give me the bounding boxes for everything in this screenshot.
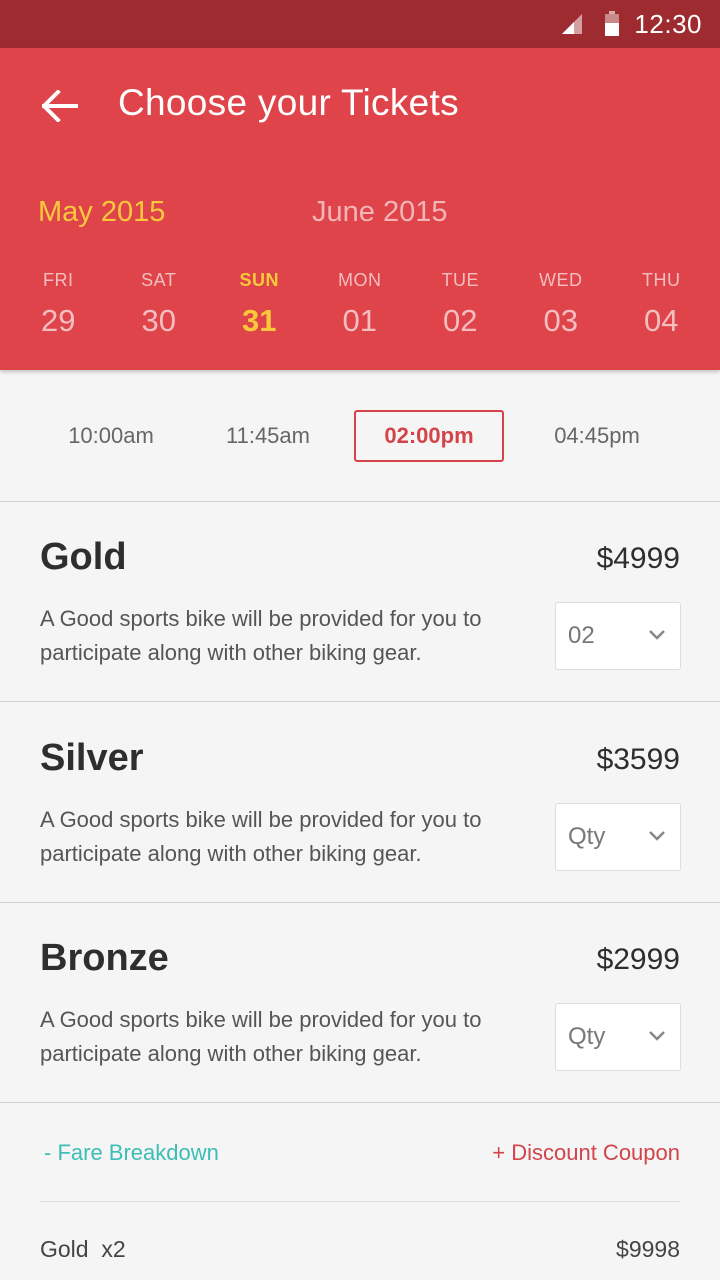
battery-icon [605, 11, 620, 36]
ticket-price: $4999 [596, 542, 680, 575]
quantity-dropdown[interactable]: Qty [555, 1003, 681, 1071]
day-number: 29 [41, 303, 76, 338]
day-fri-29[interactable]: FRI 29 [8, 270, 109, 350]
summary-value: $9998 [616, 1236, 680, 1262]
day-of-week: TUE [441, 270, 479, 290]
day-mon-01[interactable]: MON 01 [310, 270, 411, 350]
discount-coupon-link[interactable]: + Discount Coupon [492, 1140, 680, 1166]
month-may-2015[interactable]: May 2015 [38, 196, 165, 229]
time-slot[interactable]: 04:45pm [522, 410, 672, 462]
day-tue-02[interactable]: TUE 02 [410, 270, 511, 350]
status-bar: 12:30 [0, 0, 720, 48]
day-number: 03 [543, 303, 578, 338]
page-title: Choose your Tickets [118, 82, 459, 123]
quantity-value: Qty [568, 823, 606, 850]
ticket-description: A Good sports bike will be provided for … [40, 606, 482, 665]
day-of-week: SUN [239, 270, 279, 290]
day-of-week: MON [338, 270, 382, 290]
signal-icon [562, 14, 583, 34]
day-number: 31 [242, 303, 277, 338]
arrow-left-icon [42, 90, 78, 122]
day-of-week: FRI [43, 270, 74, 290]
status-time: 12:30 [634, 8, 702, 39]
ticket-name: Gold [40, 536, 127, 578]
ticket-bronze: Bronze $2999 A Good sports bike will be … [0, 903, 720, 1103]
time-slot-picker: 10:00am 11:45am 02:00pm 04:45pm [0, 370, 720, 502]
day-picker: FRI 29 SAT 30 SUN 31 MON 01 TUE 02 WED 0… [8, 270, 712, 350]
day-number: 02 [443, 303, 478, 338]
day-sun-31[interactable]: SUN 31 [209, 270, 310, 350]
month-june-2015[interactable]: June 2015 [312, 196, 447, 229]
ticket-name: Bronze [40, 937, 169, 979]
fare-breakdown-link[interactable]: - Fare Breakdown [44, 1140, 219, 1166]
day-number: 04 [644, 303, 679, 338]
ticket-description: A Good sports bike will be provided for … [40, 807, 482, 866]
quantity-value: 02 [568, 622, 595, 649]
ticket-name: Silver [40, 737, 144, 779]
chevron-down-icon [649, 630, 665, 640]
time-slot-selected[interactable]: 02:00pm [354, 410, 504, 462]
day-wed-03[interactable]: WED 03 [511, 270, 612, 350]
time-slot[interactable]: 10:00am [36, 410, 186, 462]
summary-row: Gold x2 $9998 [40, 1236, 680, 1270]
header: Choose your Tickets May 2015 June 2015 F… [0, 48, 720, 370]
toolbar: Choose your Tickets [0, 48, 720, 160]
ticket-price: $2999 [596, 943, 680, 976]
quantity-dropdown[interactable]: Qty [555, 803, 681, 871]
summary-label: Gold x2 [40, 1236, 126, 1262]
day-of-week: THU [642, 270, 681, 290]
chevron-down-icon [649, 831, 665, 841]
day-of-week: WED [539, 270, 583, 290]
ticket-description: A Good sports bike will be provided for … [40, 1007, 482, 1066]
day-sat-30[interactable]: SAT 30 [109, 270, 210, 350]
day-thu-04[interactable]: THU 04 [611, 270, 712, 350]
ticket-silver: Silver $3599 A Good sports bike will be … [0, 703, 720, 903]
day-of-week: SAT [141, 270, 177, 290]
ticket-gold: Gold $4999 A Good sports bike will be pr… [0, 502, 720, 702]
ticket-price: $3599 [596, 743, 680, 776]
day-number: 30 [141, 303, 176, 338]
fare-links: - Fare Breakdown + Discount Coupon [40, 1104, 680, 1202]
back-button[interactable] [32, 78, 88, 134]
chevron-down-icon [649, 1031, 665, 1041]
quantity-dropdown[interactable]: 02 [555, 602, 681, 670]
time-slot[interactable]: 11:45am [193, 410, 343, 462]
day-number: 01 [342, 303, 377, 338]
quantity-value: Qty [568, 1023, 606, 1050]
